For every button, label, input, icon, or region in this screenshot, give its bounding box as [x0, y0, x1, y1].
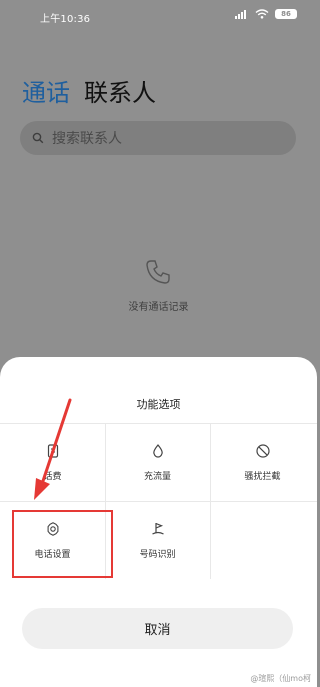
phone-app-screen: 上午10:36 86 通话 联系人 搜索联系人 没有通话记录 功能选项 话费 充… [0, 0, 317, 687]
battery-icon: 86 [275, 9, 297, 19]
search-input[interactable]: 搜索联系人 [20, 121, 296, 155]
status-time: 上午10:36 [40, 14, 91, 25]
flag-icon [151, 522, 164, 535]
water-drop-icon [152, 443, 163, 458]
phone-bill-icon [47, 443, 58, 458]
status-bar: 上午10:36 86 [0, 0, 317, 32]
search-icon [32, 132, 44, 144]
tab-calls[interactable]: 通话 [22, 76, 70, 110]
option-label: 号码识别 [139, 549, 176, 560]
option-spam-block[interactable]: 骚扰拦截 [210, 423, 315, 501]
option-label: 话费 [43, 471, 62, 482]
tab-contacts[interactable]: 联系人 [84, 76, 156, 110]
sheet-title: 功能选项 [136, 398, 181, 411]
watermark: @瑄熙（仙mo柯 [250, 674, 311, 683]
option-label: 充流量 [143, 471, 171, 482]
header-tabs: 通话 联系人 [22, 76, 156, 110]
signal-icon [235, 9, 249, 19]
block-icon [255, 443, 270, 458]
status-icons: 86 [235, 9, 297, 19]
cancel-button[interactable]: 取消 [22, 608, 293, 649]
empty-state-text: 没有通话记录 [128, 302, 189, 313]
option-phone-bill[interactable]: 话费 [0, 423, 105, 501]
search-placeholder: 搜索联系人 [52, 131, 122, 147]
wifi-icon [255, 9, 269, 19]
option-label: 骚扰拦截 [244, 471, 281, 482]
option-data-topup[interactable]: 充流量 [105, 423, 210, 501]
phone-icon [146, 260, 170, 284]
option-caller-id[interactable]: 号码识别 [105, 501, 210, 579]
highlight-box [12, 510, 113, 578]
